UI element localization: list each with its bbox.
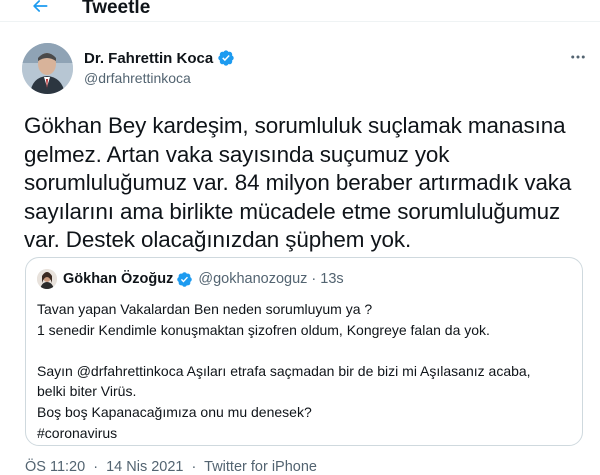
quoted-tweet[interactable]: Gökhan Özoğuz @gokhanozoguz · 13s Tavan … [25, 257, 583, 446]
tweet-text: Gökhan Bey kardeşim, sorumluluk suçlamak… [24, 113, 572, 252]
quoted-tweet-text: Tavan yapan Vakalardan Ben neden sorumlu… [37, 301, 531, 441]
tweet-meta: ÖS 11:20 · 14 Nis 2021 · Twitter for iPh… [25, 459, 317, 475]
quoted-author-avatar [37, 269, 57, 289]
tweet-author: Dr. Fahrettin Koca @drfahrettinkoca [22, 43, 585, 95]
tweet-date[interactable]: 14 Nis 2021 [106, 459, 183, 475]
tweet-time[interactable]: ÖS 11:20 [25, 459, 85, 475]
page-title: Tweetle [82, 0, 151, 18]
quoted-tweet-time: 13s [320, 271, 344, 287]
quoted-author-name: Gökhan Özoğuz [63, 271, 174, 287]
separator-dot: · [191, 459, 197, 475]
author-handle[interactable]: @drfahrettinkoca [84, 70, 191, 86]
author-name[interactable]: Dr. Fahrettin Koca [84, 50, 213, 67]
separator-dot: · [311, 271, 317, 287]
arrow-left-icon [33, 0, 48, 12]
more-horizontal-icon [571, 55, 585, 59]
quoted-tweet-header: Gökhan Özoğuz @gokhanozoguz · 13s [37, 269, 344, 289]
back-button[interactable] [28, 0, 52, 18]
quoted-author-handle: @gokhanozoguz [198, 271, 308, 287]
verified-badge-icon [217, 49, 235, 67]
top-header: Tweetle [0, 0, 600, 22]
author-avatar[interactable] [22, 43, 73, 94]
verified-badge-icon [176, 271, 193, 288]
more-options-button[interactable] [566, 47, 590, 67]
tweet-source[interactable]: Twitter for iPhone [204, 459, 317, 475]
separator-dot: · [93, 459, 99, 475]
